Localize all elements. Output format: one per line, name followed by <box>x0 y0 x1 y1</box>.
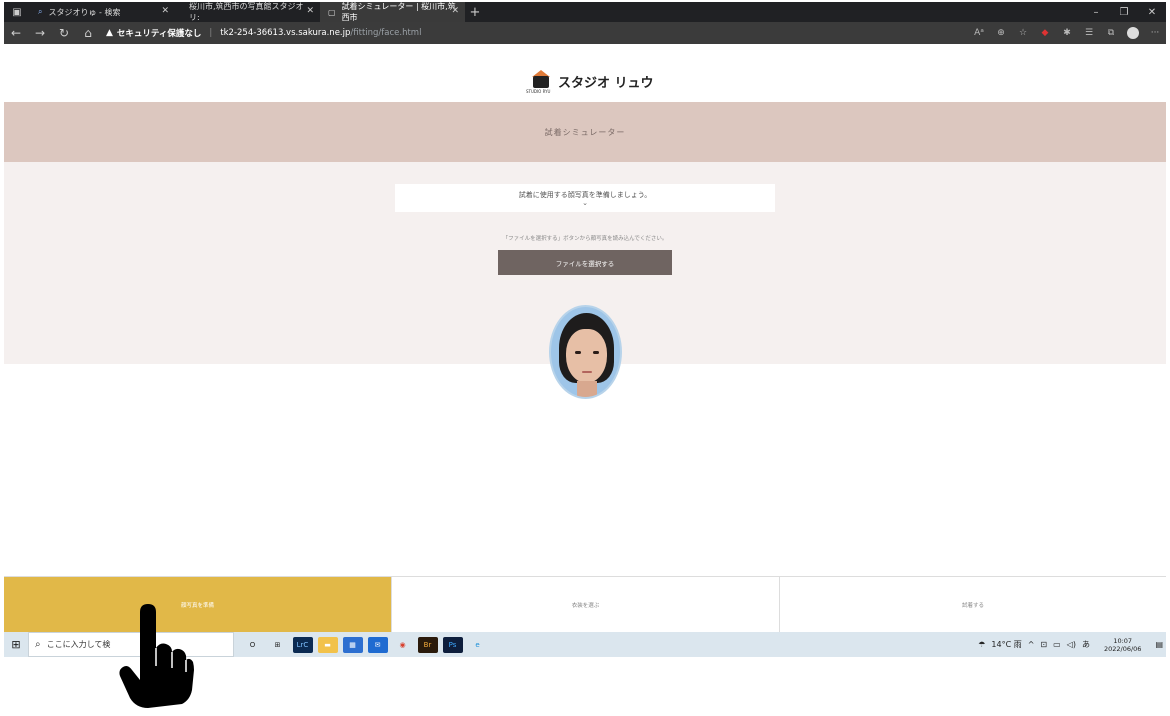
more-icon[interactable]: ··· <box>1144 28 1166 38</box>
explorer-icon[interactable]: ▬ <box>317 636 338 653</box>
browser-tab-search[interactable]: ⌕ スタジオりゅ - 検索 ✕ <box>30 2 175 22</box>
chevron-up-icon[interactable]: ^ <box>1028 640 1035 649</box>
site-logo[interactable]: STUDIO RYU スタジオ リュウ <box>526 68 654 94</box>
photoshop-icon[interactable]: Ps <box>442 636 463 653</box>
lrc-icon[interactable]: LrC <box>292 636 313 653</box>
browser-toolbar: Aᵃ ⊕ ☆ ◆ ✱ ☰ ⧉ ··· <box>968 27 1166 39</box>
favorite-icon[interactable]: ☆ <box>1012 28 1034 38</box>
browser-address-bar: ← → ↻ ⌂ ▲ セキュリティ保護なし | tk2-254-36613.vs.… <box>4 22 1166 44</box>
windows-start-icon[interactable]: ⊞ <box>4 638 28 651</box>
taskbar-clock[interactable]: 10:07 2022/06/06 <box>1101 637 1144 653</box>
window-controls: – ❐ ✕ <box>1082 7 1166 18</box>
new-tab-button[interactable]: + <box>465 5 485 20</box>
back-icon[interactable]: ← <box>4 26 28 40</box>
ime-indicator[interactable]: あ <box>1082 639 1090 650</box>
search-icon: ⌕ <box>35 639 41 650</box>
url-separator: | <box>209 28 213 38</box>
close-window-icon[interactable]: ✕ <box>1138 7 1166 18</box>
browser-tab-bar: ▣ ⌕ スタジオりゅ - 検索 ✕ 桜川市,筑西市の写真館スタジオリ: ✕ ▢ … <box>4 2 1166 22</box>
clock-time: 10:07 <box>1113 636 1133 645</box>
logo-house-icon: STUDIO RYU <box>526 68 552 94</box>
step-tab-try-on[interactable]: 試着する <box>780 577 1166 633</box>
browser-tab-studio[interactable]: 桜川市,筑西市の写真館スタジオリ: ✕ <box>175 2 320 22</box>
restore-icon[interactable]: ❐ <box>1110 7 1138 18</box>
browser-tab-fitting[interactable]: ▢ 試着シミュレーター | 桜川市,筑西市 ✕ <box>320 2 465 22</box>
favorites-list-icon[interactable]: ☰ <box>1078 28 1100 38</box>
tab-label: スタジオりゅ - 検索 <box>48 7 121 17</box>
network-icon[interactable]: ⊡ <box>1040 640 1047 649</box>
notification-icon[interactable]: ▤ <box>1155 640 1163 649</box>
home-icon[interactable]: ⌂ <box>76 26 100 40</box>
bridge-icon[interactable]: Br <box>417 636 438 653</box>
profile-avatar-icon[interactable] <box>1127 27 1139 39</box>
chevron-down-icon: ⌄ <box>582 199 588 207</box>
face-photo-preview <box>549 305 622 399</box>
page-title: 試着シミュレーター <box>544 127 626 137</box>
close-icon[interactable]: ✕ <box>306 6 314 16</box>
extension-icon[interactable]: ◆ <box>1034 28 1056 38</box>
hand-cursor-icon <box>119 604 194 708</box>
refresh-icon[interactable]: ↻ <box>52 26 76 40</box>
page-header-band: 試着シミュレーター <box>4 102 1166 162</box>
weather-text[interactable]: 14°C 雨 <box>991 639 1021 650</box>
extensions-puzzle-icon[interactable]: ✱ <box>1056 28 1078 38</box>
logo-subtext: STUDIO RYU <box>526 89 551 94</box>
web-page: STUDIO RYU スタジオ リュウ 試着シミュレーター 試着に使用する顔写真… <box>4 44 1166 633</box>
url-host: tk2-254-36613.vs.sakura.ne.jp <box>220 28 351 38</box>
taskbar-apps: O ⊞ LrC ▬ ▦ ✉ ◉ Br Ps e <box>240 636 490 653</box>
logo-text: スタジオ リュウ <box>558 75 654 91</box>
close-icon[interactable]: ✕ <box>451 6 459 16</box>
tab-actions-icon[interactable]: ▣ <box>4 2 30 22</box>
page-icon: ▢ <box>328 7 336 17</box>
clock-date: 2022/06/06 <box>1103 644 1142 653</box>
tab-label: 桜川市,筑西市の写真館スタジオリ: <box>189 2 304 22</box>
search-icon: ⌕ <box>38 7 43 16</box>
warning-icon: ▲ <box>106 28 113 38</box>
tab-label: 試着シミュレーター | 桜川市,筑西市 <box>341 2 456 22</box>
url-path: /fitting/face.html <box>350 28 422 38</box>
url-field[interactable]: ▲ セキュリティ保護なし | tk2-254-36613.vs.sakura.n… <box>106 27 421 39</box>
close-icon[interactable]: ✕ <box>161 6 169 16</box>
zoom-icon[interactable]: ⊕ <box>990 28 1012 38</box>
weather-icon[interactable]: ☂ <box>978 640 985 649</box>
security-label: セキュリティ保護なし <box>116 29 202 39</box>
minimize-icon[interactable]: – <box>1082 7 1110 18</box>
step-tab-prepare-photo[interactable]: 顔写真を準備 <box>4 577 392 633</box>
upload-hint: 「ファイルを選択する」ボタンから顔写真を読み込んでください。 <box>502 236 668 242</box>
mail-icon[interactable]: ✉ <box>367 636 388 653</box>
step-tab-choose-costume[interactable]: 衣装を選ぶ <box>392 577 780 633</box>
volume-icon[interactable]: ◁) <box>1067 640 1076 649</box>
system-tray: ☂ 14°C 雨 ^ ⊡ ▭ ◁) あ 10:07 2022/06/06 ▤ <box>975 637 1166 653</box>
store-icon[interactable]: ▦ <box>342 636 363 653</box>
cortana-icon[interactable]: O <box>242 636 263 653</box>
forward-icon[interactable]: → <box>28 26 52 40</box>
collections-icon[interactable]: ⧉ <box>1100 28 1122 38</box>
read-aloud-icon[interactable]: Aᵃ <box>968 28 990 38</box>
select-file-button[interactable]: ファイルを選択する <box>498 250 672 275</box>
taskbar-search-placeholder: ここに入力して検 <box>46 640 111 649</box>
chrome-icon[interactable]: ◉ <box>392 636 413 653</box>
screen: ▣ ⌕ スタジオりゅ - 検索 ✕ 桜川市,筑西市の写真館スタジオリ: ✕ ▢ … <box>0 0 1170 716</box>
step-instruction-box: 試着に使用する顔写真を準備しましょう。 ⌄ <box>395 184 775 212</box>
task-view-icon[interactable]: ⊞ <box>267 636 288 653</box>
edge-icon[interactable]: e <box>467 636 488 653</box>
display-icon[interactable]: ▭ <box>1053 640 1061 649</box>
